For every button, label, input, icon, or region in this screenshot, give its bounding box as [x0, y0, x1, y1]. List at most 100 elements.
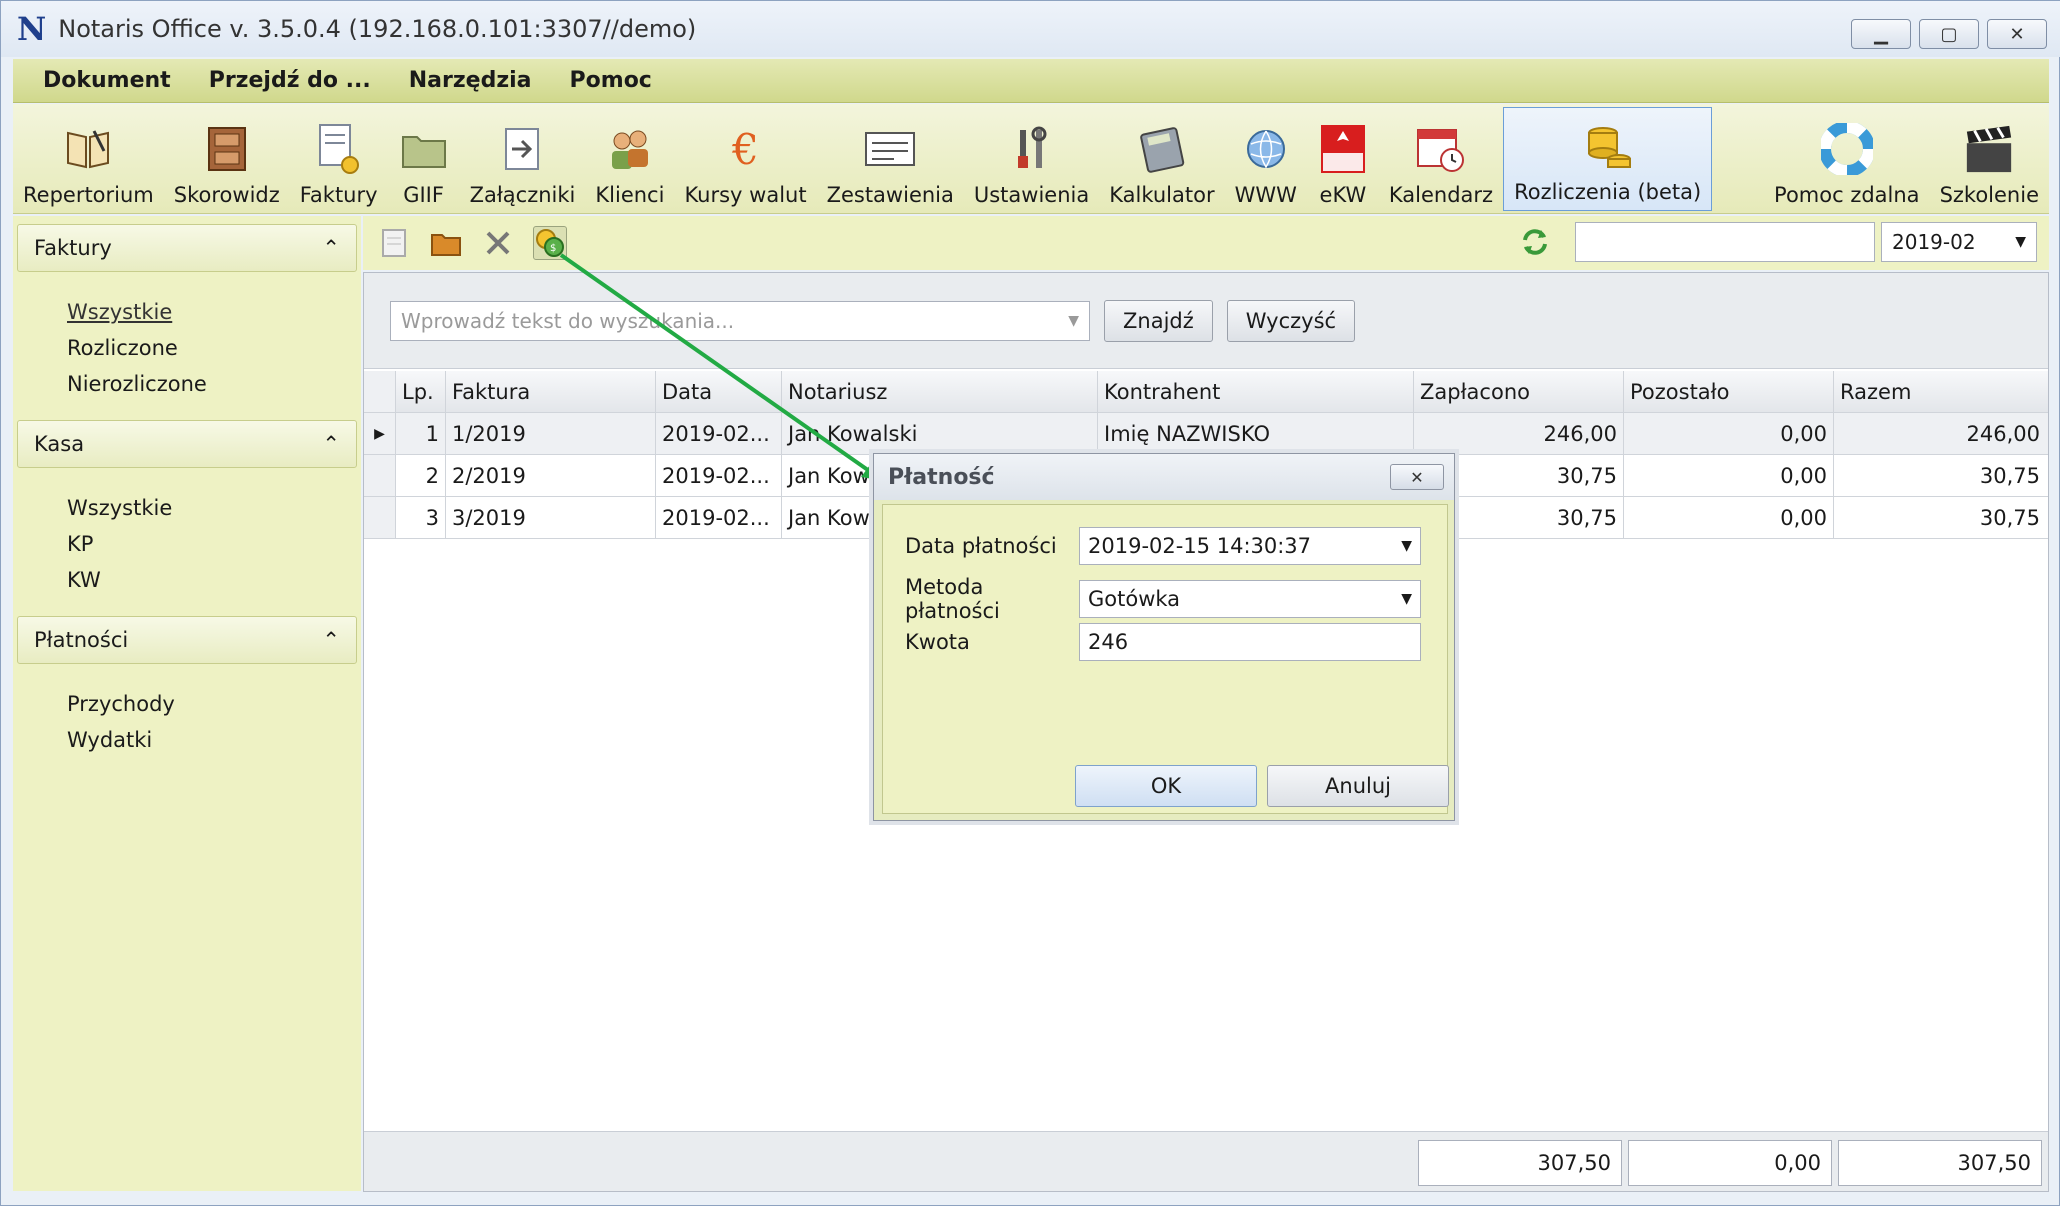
search-placeholder: Wprowadź tekst do wyszukania... — [401, 308, 735, 333]
cell-notariusz: Jan Kowalski — [782, 413, 1098, 454]
calculator-icon — [1136, 123, 1188, 175]
delete-icon[interactable] — [481, 226, 515, 260]
menu-bar: Dokument Przejdź do ... Narzędzia Pomoc — [13, 59, 2049, 103]
chevron-up-icon: ⌃ — [322, 628, 340, 652]
left-navigation-panel: Faktury ⌃ Wszystkie Rozliczone Nierozlic… — [13, 216, 361, 1191]
calendar-icon — [1415, 123, 1467, 175]
tool-ekw[interactable]: eKW — [1307, 109, 1379, 213]
row-indicator — [364, 497, 396, 538]
payment-method-label: Metoda płatności — [905, 575, 1000, 623]
tool-skorowidz[interactable]: Skorowidz — [164, 109, 290, 213]
column-header[interactable]: Data — [656, 371, 782, 412]
nav-platnosci-wydatki[interactable]: Wydatki — [67, 722, 361, 758]
clear-button[interactable]: Wyczyść — [1226, 299, 1356, 342]
nav-faktury-nierozliczone[interactable]: Nierozliczone — [67, 366, 361, 402]
new-document-icon[interactable] — [377, 226, 411, 260]
filter-input[interactable] — [1575, 222, 1875, 262]
column-header[interactable]: Faktura — [446, 371, 656, 412]
amount-label: Kwota — [905, 630, 970, 654]
tool-label: Pomoc zdalna — [1774, 183, 1920, 207]
tool-label: Rozliczenia (beta) — [1514, 180, 1702, 204]
menu-przejdz-do[interactable]: Przejdź do ... — [209, 68, 371, 93]
column-header[interactable]: Notariusz — [782, 371, 1098, 412]
search-input[interactable]: Wprowadź tekst do wyszukania... ▼ — [390, 300, 1090, 341]
column-header[interactable]: Lp. — [396, 371, 446, 412]
maximize-button[interactable]: ▢ — [1919, 19, 1979, 49]
folder-icon — [398, 123, 450, 175]
dropdown-arrow-icon: ▼ — [1401, 538, 1412, 554]
tool-zalaczniki[interactable]: Załączniki — [460, 109, 586, 213]
tool-zestawienia[interactable]: Zestawienia — [817, 109, 964, 213]
find-button[interactable]: Znajdź — [1104, 299, 1213, 342]
cancel-button[interactable]: Anuluj — [1267, 765, 1449, 807]
tool-kalendarz[interactable]: Kalendarz — [1379, 109, 1503, 213]
payment-coins-icon[interactable]: $ — [533, 226, 567, 260]
column-header[interactable]: Zapłacono — [1414, 371, 1624, 412]
amount-input[interactable]: 246 — [1079, 623, 1421, 661]
menu-pomoc[interactable]: Pomoc — [570, 68, 652, 93]
lifebuoy-icon — [1820, 123, 1873, 175]
column-header[interactable]: Razem — [1834, 371, 2046, 412]
tool-rozliczenia[interactable]: Rozliczenia (beta) — [1503, 107, 1713, 211]
refresh-icon[interactable] — [1519, 226, 1551, 263]
coins-icon — [1582, 120, 1634, 172]
nav-kasa-wszystkie[interactable]: Wszystkie — [67, 490, 361, 526]
period-select[interactable]: 2019-02 ▼ — [1881, 222, 2037, 262]
application-window: N Notaris Office v. 3.5.0.4 (192.168.0.1… — [0, 0, 2060, 1206]
dialog-title-bar: Płatność ✕ — [874, 454, 1454, 500]
cell-pozostalo: 0,00 — [1624, 413, 1834, 454]
globe-icon — [1240, 123, 1292, 175]
column-header[interactable]: Pozostało — [1624, 371, 1834, 412]
tool-ustawienia[interactable]: Ustawienia — [964, 109, 1099, 213]
section-title: Faktury — [34, 236, 112, 260]
tool-szkolenie[interactable]: Szkolenie — [1930, 109, 2049, 213]
payment-dialog: Płatność ✕ Data płatności 2019-02-15 14:… — [873, 453, 1455, 821]
tool-giif[interactable]: GIIF — [388, 109, 460, 213]
payment-method-value: Gotówka — [1088, 587, 1181, 611]
menu-narzedzia[interactable]: Narzędzia — [409, 68, 532, 93]
close-window-button[interactable]: ✕ — [1987, 19, 2047, 49]
minimize-button[interactable]: ▁ — [1851, 19, 1911, 49]
tool-kalkulator[interactable]: Kalkulator — [1099, 109, 1224, 213]
nav-kasa-kp[interactable]: KP — [67, 526, 361, 562]
chevron-up-icon: ⌃ — [322, 432, 340, 456]
grid-header: Lp. Faktura Data Notariusz Kontrahent Za… — [364, 371, 2048, 413]
cell-lp: 1 — [396, 413, 446, 454]
nav-kasa-kw[interactable]: KW — [67, 562, 361, 598]
cell-faktura: 1/2019 — [446, 413, 656, 454]
action-toolbar: $ 2019-02 ▼ — [363, 216, 2049, 270]
cell-faktura: 3/2019 — [446, 497, 656, 538]
dropdown-arrow-icon: ▼ — [1401, 591, 1412, 607]
section-faktury[interactable]: Faktury ⌃ — [17, 224, 357, 272]
section-platnosci[interactable]: Płatności ⌃ — [17, 616, 357, 664]
tool-faktury[interactable]: Faktury — [290, 109, 388, 213]
tool-klienci[interactable]: Klienci — [585, 109, 674, 213]
table-row[interactable]: ▶ 1 1/2019 2019-02... Jan Kowalski Imię … — [364, 413, 2048, 455]
amount-row: Kwota 246 — [905, 623, 1421, 661]
cell-zaplacono: 246,00 — [1414, 413, 1624, 454]
payment-date-label: Data płatności — [905, 534, 1057, 558]
section-kasa[interactable]: Kasa ⌃ — [17, 420, 357, 468]
tool-pomoc-zdalna[interactable]: Pomoc zdalna — [1764, 109, 1930, 213]
minimize-icon: ▁ — [1874, 23, 1888, 45]
payment-date-picker[interactable]: 2019-02-15 14:30:37 ▼ — [1079, 527, 1421, 565]
nav-faktury-rozliczone[interactable]: Rozliczone — [67, 330, 361, 366]
tool-kursy-walut[interactable]: € Kursy walut — [674, 109, 816, 213]
tool-label: Zestawienia — [826, 183, 954, 207]
nav-faktury-wszystkie[interactable]: Wszystkie — [67, 294, 361, 330]
nav-platnosci-przychody[interactable]: Przychody — [67, 686, 361, 722]
open-folder-icon[interactable] — [429, 226, 463, 260]
current-row-icon: ▶ — [364, 413, 396, 454]
dialog-close-button[interactable]: ✕ — [1390, 464, 1444, 490]
tool-repertorium[interactable]: Repertorium — [13, 109, 164, 213]
cell-lp: 2 — [396, 455, 446, 496]
svg-text:$: $ — [550, 243, 556, 254]
ok-button[interactable]: OK — [1075, 765, 1257, 807]
cell-kontrahent: Imię NAZWISKO — [1098, 413, 1414, 454]
payment-method-select[interactable]: Gotówka ▼ — [1079, 580, 1421, 618]
window-title: Notaris Office v. 3.5.0.4 (192.168.0.101… — [58, 15, 697, 43]
menu-dokument[interactable]: Dokument — [43, 68, 171, 93]
tool-www[interactable]: WWW — [1225, 109, 1307, 213]
column-header[interactable]: Kontrahent — [1098, 371, 1414, 412]
tool-label: GIIF — [403, 183, 444, 207]
